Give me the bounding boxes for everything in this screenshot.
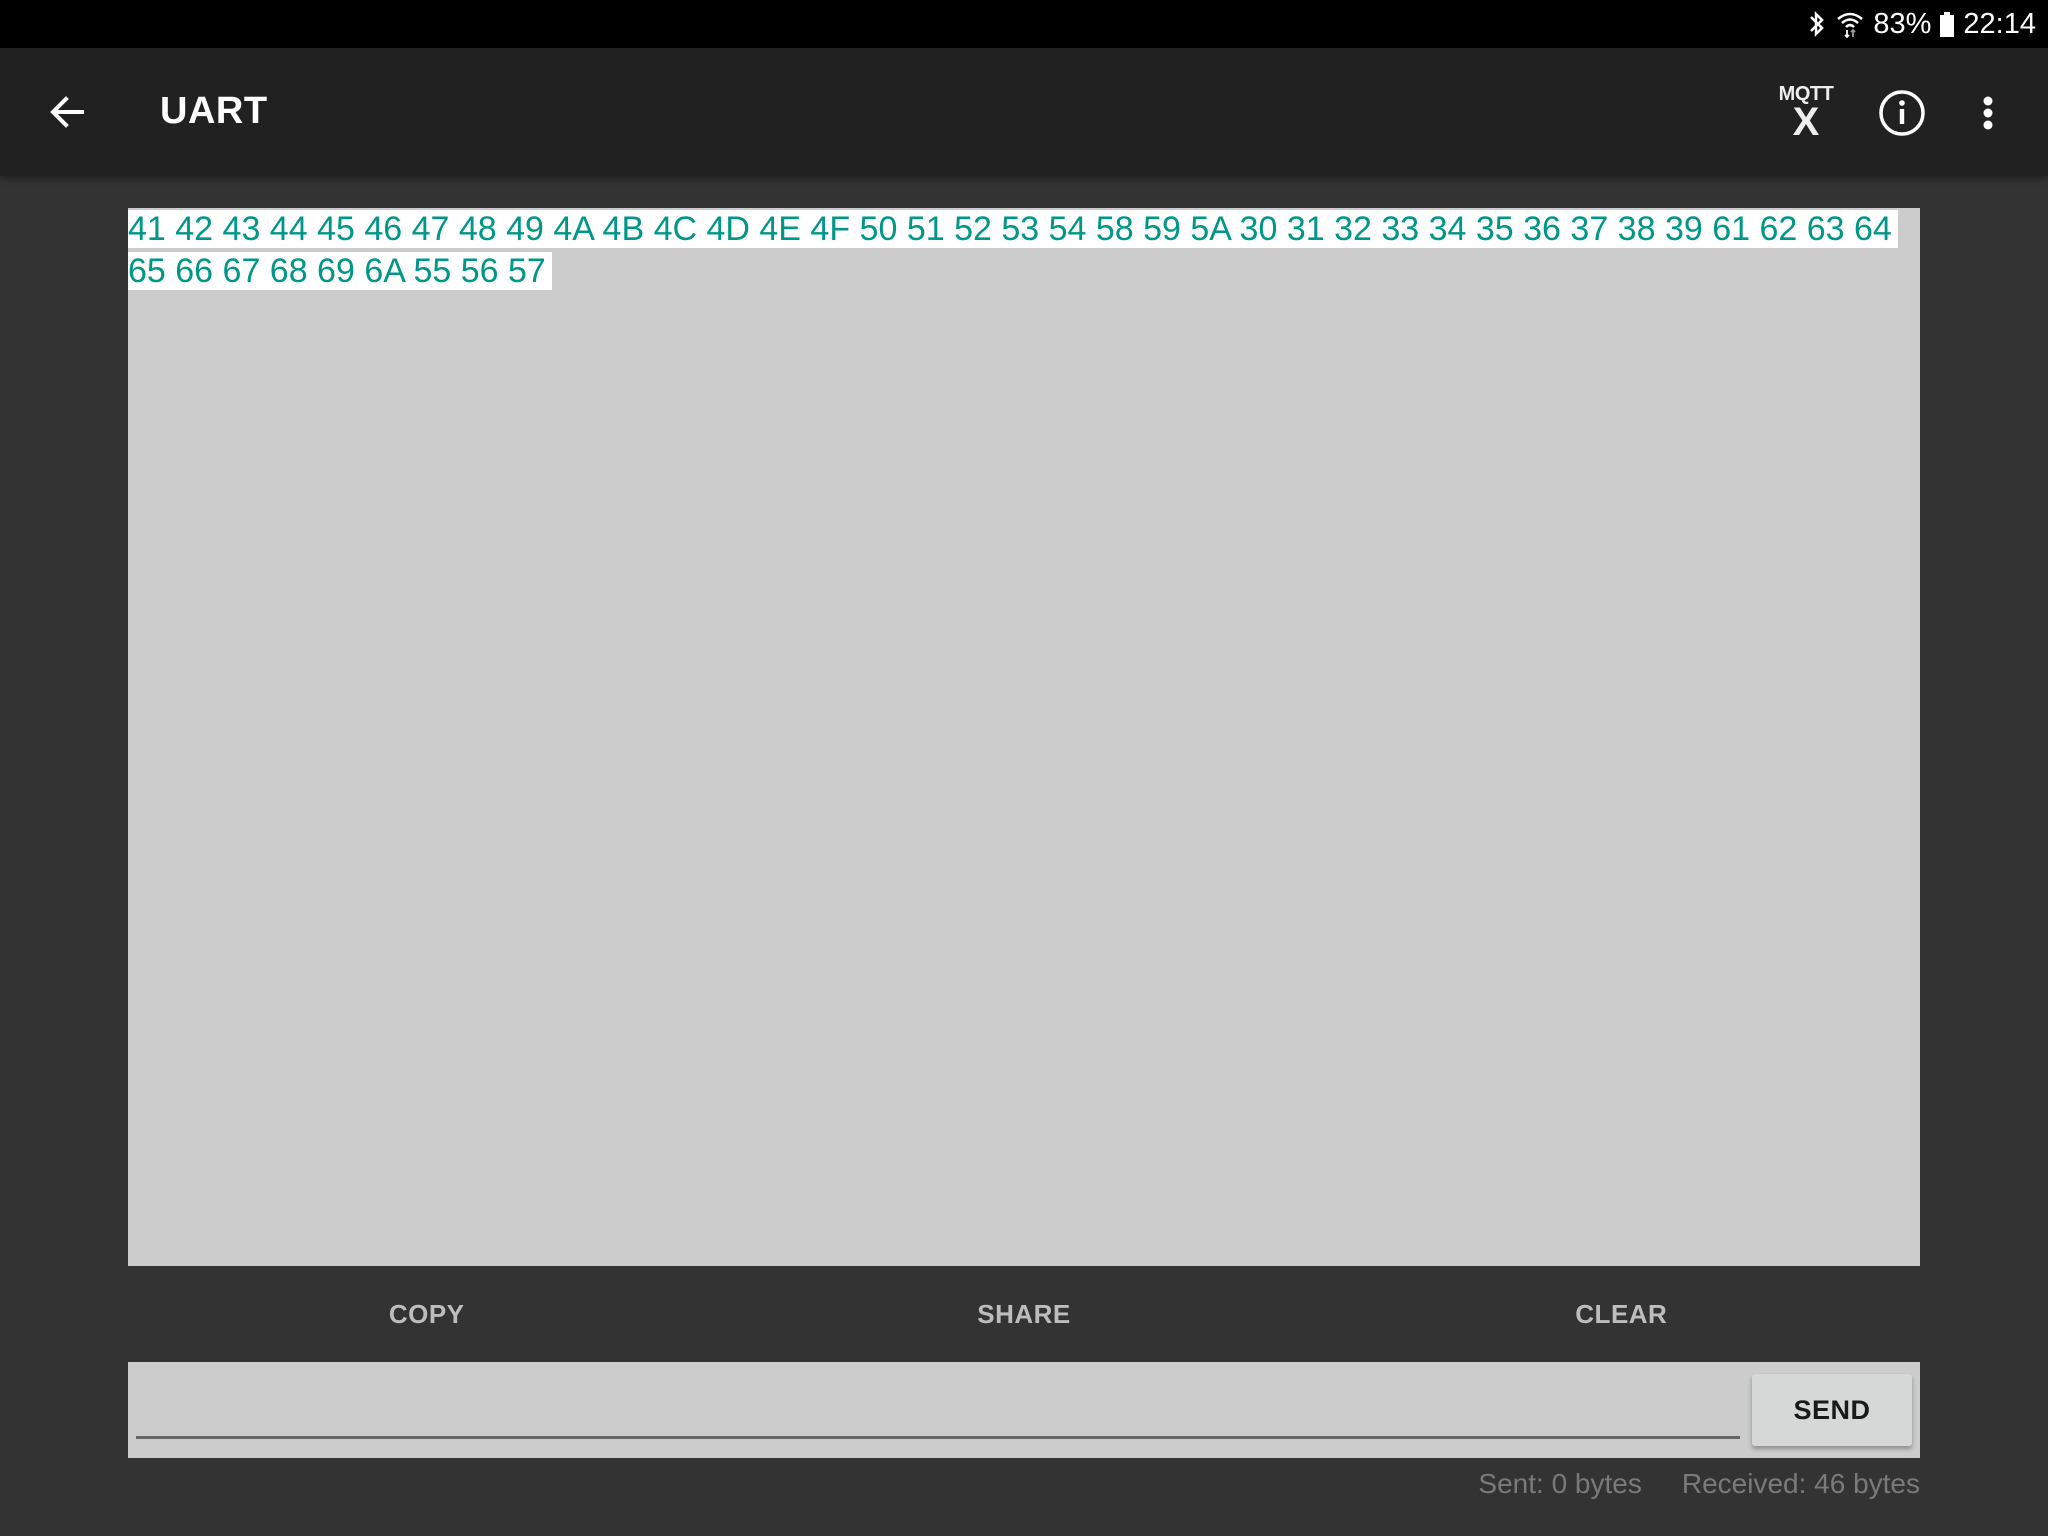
page-title: UART xyxy=(160,90,268,132)
battery-icon xyxy=(1939,9,1955,39)
send-panel: SEND xyxy=(128,1362,1920,1458)
share-button[interactable]: SHARE xyxy=(725,1266,1322,1362)
received-counter: Received: 46 bytes xyxy=(1681,1468,1920,1499)
info-button[interactable] xyxy=(1877,88,1927,138)
battery-percent: 83% xyxy=(1873,7,1932,40)
back-button[interactable] xyxy=(44,88,100,136)
arrow-back-icon xyxy=(50,96,84,128)
more-vert-icon xyxy=(1983,96,1993,130)
send-button[interactable]: SEND xyxy=(1752,1374,1912,1446)
wifi-icon xyxy=(1835,9,1865,39)
received-data-panel[interactable]: 41 42 43 44 45 46 47 48 49 4A 4B 4C 4D 4… xyxy=(128,208,1920,1266)
send-input[interactable] xyxy=(136,1372,1740,1439)
action-bar: COPY SHARE CLEAR xyxy=(128,1266,1920,1362)
byte-counters: Sent: 0 bytes Received: 46 bytes xyxy=(1478,1468,1920,1500)
mqtt-button[interactable]: MQTT X xyxy=(1774,84,1838,144)
status-bar: 83% 22:14 xyxy=(0,0,2048,48)
mqtt-disconnected-icon: X xyxy=(1792,100,1820,144)
clear-button[interactable]: CLEAR xyxy=(1323,1266,1920,1362)
clock: 22:14 xyxy=(1963,7,2036,40)
status-icons: 83% 22:14 xyxy=(1807,0,2036,48)
sent-counter: Sent: 0 bytes xyxy=(1478,1468,1642,1499)
received-data-text: 41 42 43 44 45 46 47 48 49 4A 4B 4C 4D 4… xyxy=(128,210,1898,290)
overflow-menu-button[interactable] xyxy=(1970,88,2006,138)
copy-button[interactable]: COPY xyxy=(128,1266,725,1362)
app-bar: UART MQTT X xyxy=(0,48,2048,176)
bluetooth-icon xyxy=(1807,9,1827,39)
info-icon xyxy=(1879,90,1925,136)
